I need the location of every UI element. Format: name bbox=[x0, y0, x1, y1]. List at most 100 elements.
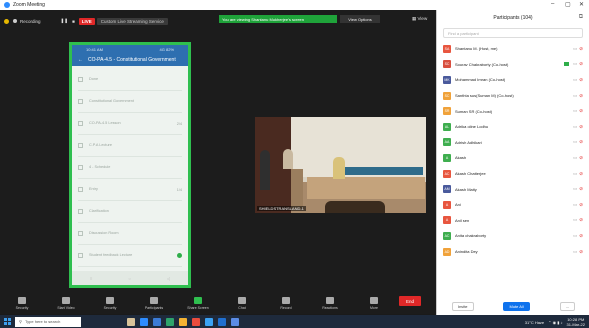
avatar: AC bbox=[443, 169, 451, 178]
checkbox-icon[interactable] bbox=[78, 231, 83, 236]
toolbar-label: Start Video bbox=[57, 305, 75, 310]
taskbar-app-icon[interactable] bbox=[140, 317, 148, 326]
video-off-icon: ▭ bbox=[572, 61, 578, 67]
muted-mic-icon: ⊘ bbox=[579, 186, 583, 192]
pause-record-icon[interactable]: ❚❚ bbox=[61, 18, 69, 24]
participant-name: Sourav Chakraborty (Co-host) bbox=[455, 61, 509, 67]
view-options-button[interactable]: View Options bbox=[340, 15, 380, 23]
checkbox-icon[interactable] bbox=[78, 165, 83, 170]
participant-video[interactable]: SHIELDSTRANSLAND-1 bbox=[255, 117, 426, 213]
muted-mic-icon: ⊘ bbox=[579, 61, 583, 67]
participant-name: Adrika oline Lodhu bbox=[455, 124, 489, 130]
toolbar-more-button[interactable]: More bbox=[352, 296, 396, 310]
participant-row[interactable]: AM Akash Maity ▭ ⊘ bbox=[437, 181, 589, 197]
weather-readout[interactable]: 31°C Haze bbox=[525, 320, 544, 325]
back-arrow-icon[interactable]: ← bbox=[78, 57, 83, 63]
phone-list-item[interactable]: Entry 1/4 bbox=[78, 179, 182, 201]
phone-back-icon[interactable]: ◁ bbox=[167, 276, 170, 281]
phone-list-item[interactable]: CO-PA-4.5 Lesson 2/4 bbox=[78, 113, 182, 135]
phone-nav-bar: ≡ ○ ◁ bbox=[72, 271, 188, 285]
participant-row[interactable]: AC Anita chakraborty ▭ ⊘ bbox=[437, 228, 589, 244]
checkbox-icon[interactable] bbox=[78, 187, 83, 192]
taskbar-app-icon[interactable] bbox=[205, 317, 213, 326]
view-button[interactable]: ▦ View bbox=[412, 16, 427, 22]
toolbar-share-screen-button[interactable]: Share Screen bbox=[176, 296, 220, 310]
maximize-button[interactable]: ▢ bbox=[565, 1, 571, 8]
phone-list-item[interactable]: Student feedback Lecture bbox=[78, 245, 182, 267]
muted-mic-icon: ⊘ bbox=[579, 170, 583, 176]
stop-record-icon[interactable]: ■ bbox=[72, 19, 75, 24]
taskbar-app-icon[interactable] bbox=[127, 317, 135, 326]
muted-mic-icon: ⊘ bbox=[579, 201, 583, 207]
taskbar-app-icon[interactable] bbox=[218, 317, 226, 326]
participant-row[interactable]: A Akash ▭ ⊘ bbox=[437, 150, 589, 166]
phone-list-item[interactable]: Clarification bbox=[78, 201, 182, 223]
participant-row[interactable]: A Ani ▭ ⊘ bbox=[437, 197, 589, 213]
toolbar-mic-button[interactable]: Security bbox=[0, 296, 44, 310]
participant-search-input[interactable]: Find a participant bbox=[443, 28, 583, 38]
phone-list-item[interactable]: Constitutional Government bbox=[78, 91, 182, 113]
taskbar-search[interactable]: ⚲ Type here to search bbox=[15, 316, 81, 327]
phone-list-item[interactable]: 4 - Schedule bbox=[78, 157, 182, 179]
phone-list-item[interactable]: Discussion Room bbox=[78, 223, 182, 245]
toolbar-shield-button[interactable]: Security bbox=[88, 296, 132, 310]
participant-row[interactable]: A Anil sen ▭ ⊘ bbox=[437, 213, 589, 229]
popout-icon[interactable]: ⧉ bbox=[579, 14, 583, 21]
minimize-button[interactable]: – bbox=[551, 1, 554, 7]
phone-home-icon[interactable]: ○ bbox=[128, 276, 130, 281]
checkbox-icon[interactable] bbox=[78, 99, 83, 104]
participant-row[interactable]: MK Mohammad Imran (Co-host) ▭ ⊘ bbox=[437, 72, 589, 88]
participant-name: Adrish Adhikari bbox=[455, 139, 482, 145]
windows-taskbar: ⚲ Type here to search 31°C Haze ⌃ ◉ ▮ ♪ 1… bbox=[0, 315, 589, 328]
taskbar-app-icon[interactable] bbox=[192, 317, 200, 326]
tray-icons[interactable]: ⌃ ◉ ▮ ♪ bbox=[548, 320, 562, 325]
phone-menu-icon[interactable]: ≡ bbox=[90, 276, 92, 281]
avatar: SC bbox=[443, 91, 451, 100]
close-button[interactable]: ✕ bbox=[579, 1, 584, 8]
mute-all-button[interactable]: Mute All bbox=[503, 301, 530, 311]
participant-row[interactable]: SA Shantanu M. (Host, me) ▭ ⊘ bbox=[437, 41, 589, 57]
muted-mic-icon: ⊘ bbox=[579, 139, 583, 145]
windows-start-icon[interactable] bbox=[4, 318, 11, 325]
muted-mic-icon: ⊘ bbox=[579, 232, 583, 238]
shield-icon bbox=[106, 296, 114, 304]
checkbox-icon[interactable] bbox=[78, 77, 83, 82]
taskbar-app-icon[interactable] bbox=[166, 317, 174, 326]
phone-item-text: 4 - Schedule bbox=[89, 165, 111, 169]
recording-indicator[interactable]: Recording bbox=[13, 19, 41, 24]
live-badge[interactable]: LIVE bbox=[78, 17, 95, 25]
phone-time: 10:41 AM bbox=[86, 47, 103, 52]
more-button[interactable]: ... bbox=[559, 301, 576, 311]
participant-row[interactable]: AL Adrika oline Lodhu ▭ ⊘ bbox=[437, 119, 589, 135]
invite-button[interactable]: Invite bbox=[451, 301, 474, 311]
phone-list-item[interactable]: C.P.A Lecture bbox=[78, 135, 182, 157]
taskbar-app-icon[interactable] bbox=[231, 317, 239, 326]
participant-row[interactable]: AC Akash Chatterjee ▭ ⊘ bbox=[437, 166, 589, 182]
taskbar-app-icon[interactable] bbox=[153, 317, 161, 326]
live-stream-service[interactable]: Custom Live Streaming Service bbox=[96, 17, 168, 25]
checkbox-icon[interactable] bbox=[78, 209, 83, 214]
clock[interactable]: 10:28 PM 31-Mar-22 bbox=[567, 317, 585, 327]
taskbar-app-icon[interactable] bbox=[179, 317, 187, 326]
participant-row[interactable]: SR Suman SR (Co-host) ▭ ⊘ bbox=[437, 103, 589, 119]
checkbox-icon[interactable] bbox=[78, 253, 83, 258]
video-person bbox=[333, 157, 345, 179]
toolbar-record-button[interactable]: Record bbox=[264, 296, 308, 310]
toolbar-video-camera-button[interactable]: Start Video bbox=[44, 296, 88, 310]
toolbar-chat-button[interactable]: Chat bbox=[220, 296, 264, 310]
phone-list-item[interactable]: Done bbox=[78, 69, 182, 91]
phone-item-text: Clarification bbox=[89, 209, 109, 213]
window-title: Zoom Meeting bbox=[13, 2, 45, 8]
participant-row[interactable]: SC Sourav Chakraborty (Co-host) ▭ ⊘ bbox=[437, 57, 589, 73]
toolbar-participants-button[interactable]: Participants bbox=[132, 296, 176, 310]
toolbar-reactions-button[interactable]: Reactions bbox=[308, 296, 352, 310]
end-meeting-button[interactable]: End bbox=[399, 296, 421, 306]
participant-row[interactable]: AA Adrish Adhikari ▭ ⊘ bbox=[437, 135, 589, 151]
checkbox-icon[interactable] bbox=[78, 143, 83, 148]
video-person bbox=[260, 150, 270, 190]
participant-row[interactable]: SC Santhta sus(Suman M) (Co-host) ▭ ⊘ bbox=[437, 88, 589, 104]
video-desk bbox=[307, 177, 425, 199]
meeting-info-icon[interactable] bbox=[4, 18, 9, 24]
participant-row[interactable]: AD Anindita Dey ▭ ⊘ bbox=[437, 244, 589, 260]
checkbox-icon[interactable] bbox=[78, 121, 83, 126]
